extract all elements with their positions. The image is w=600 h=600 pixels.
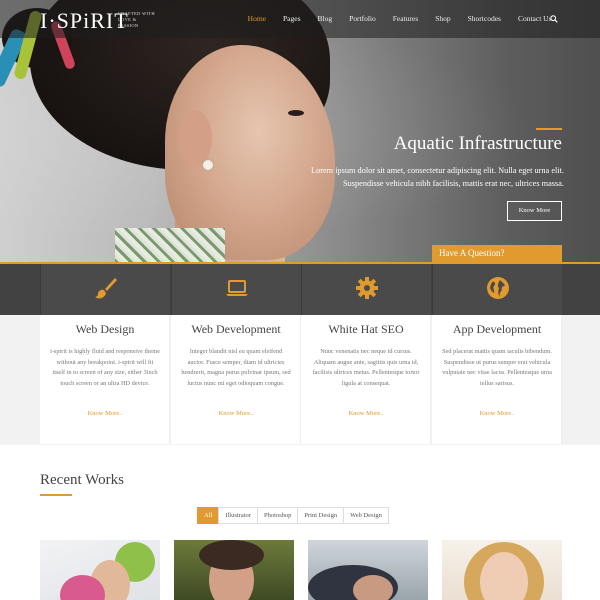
filter-photoshop[interactable]: Photoshop <box>256 507 299 524</box>
service-card: White Hat SEO Nunc venenatis nec neque i… <box>301 315 431 444</box>
service-card: Web Development Integer blandit nisl eu … <box>171 315 301 444</box>
logo[interactable]: I·SPiRIT <box>40 8 129 34</box>
filter-illustrator[interactable]: Illustrator <box>218 507 258 524</box>
have-a-question-tab[interactable]: Have A Question? <box>432 245 562 262</box>
service-white-hat-seo: White Hat SEO Nunc venenatis nec neque i… <box>301 264 431 444</box>
recent-works-underline <box>40 494 72 496</box>
service-description: Integer blandit nisl eu quam eleifend au… <box>181 348 291 387</box>
hero-image-ear <box>178 110 212 166</box>
thumb-image-detail <box>199 540 264 570</box>
service-app-development: App Development Sed placerat mattis quam… <box>432 264 562 444</box>
service-title: App Development <box>452 322 542 336</box>
thumb-image-detail <box>353 575 393 600</box>
service-icon-box <box>40 264 170 315</box>
service-description: Sed placerat mattis quam iaculis bibendu… <box>442 348 552 387</box>
hero-title: Aquatic Infrastructure <box>393 133 562 154</box>
service-icon-box <box>171 264 301 315</box>
hero-image-collar <box>115 228 225 262</box>
nav-item-pages[interactable]: Pages <box>275 14 310 23</box>
main-nav: Home Pages Blog Portfolio Features Shop … <box>239 14 560 23</box>
filter-print-design[interactable]: Print Design <box>297 507 345 524</box>
service-card: App Development Sed placerat mattis quam… <box>432 315 562 444</box>
nav-item-shortcodes[interactable]: Shortcodes <box>459 14 509 23</box>
hero-slider: Aquatic Infrastructure Lorem ipsum dolor… <box>0 0 600 262</box>
portfolio-thumb[interactable] <box>442 540 562 600</box>
nav-item-features[interactable]: Features <box>384 14 426 23</box>
hero-image-earring <box>203 160 213 170</box>
portfolio-thumb[interactable] <box>40 540 160 600</box>
portfolio-filters: All Illustrator Photoshop Print Design W… <box>197 507 389 524</box>
logo-tagline: CRAFTED WITH LOVE & PASSION <box>118 11 155 28</box>
service-web-design: Web Design i-spirit is highly fluid and … <box>40 264 170 444</box>
service-icon-box <box>301 264 431 315</box>
gear-icon <box>356 277 378 299</box>
portfolio-thumb[interactable] <box>308 540 428 600</box>
nav-item-home[interactable]: Home <box>239 14 274 23</box>
service-title: Web Design <box>75 322 135 336</box>
service-card: Web Design i-spirit is highly fluid and … <box>40 315 170 444</box>
globe-icon <box>487 277 509 299</box>
nav-item-shop[interactable]: Shop <box>427 14 459 23</box>
filter-web-design[interactable]: Web Design <box>343 507 389 524</box>
service-title: White Hat SEO <box>328 322 404 336</box>
service-description: i-spirit is highly fluid and responsive … <box>50 348 160 387</box>
hero-title-underline <box>536 128 562 130</box>
service-icon-box <box>432 264 562 315</box>
filter-all[interactable]: All <box>197 507 220 524</box>
service-web-development: Web Development Integer blandit nisl eu … <box>171 264 301 444</box>
paintbrush-icon <box>95 278 117 299</box>
service-know-more-link[interactable]: Know More.. <box>432 410 562 417</box>
recent-works-title: Recent Works <box>40 472 124 488</box>
service-title: Web Development <box>191 322 281 336</box>
hero-image-eye <box>288 110 304 116</box>
service-description: Nunc venenatis nec neque id cursus. Aliq… <box>312 348 420 387</box>
service-know-more-link[interactable]: Know More.. <box>171 410 301 417</box>
service-know-more-link[interactable]: Know More.. <box>301 410 431 417</box>
hero-description: Lorem ipsum dolor sit amet, consectetur … <box>311 166 564 188</box>
hero-know-more-button[interactable]: Know More <box>507 201 562 221</box>
search-icon[interactable] <box>550 15 558 23</box>
service-know-more-link[interactable]: Know More.. <box>40 410 170 417</box>
header: I·SPiRIT CRAFTED WITH LOVE & PASSION Hom… <box>0 0 600 38</box>
nav-item-portfolio[interactable]: Portfolio <box>341 14 385 23</box>
portfolio-thumb[interactable] <box>174 540 294 600</box>
laptop-icon <box>226 280 248 296</box>
nav-item-blog[interactable]: Blog <box>309 14 341 23</box>
